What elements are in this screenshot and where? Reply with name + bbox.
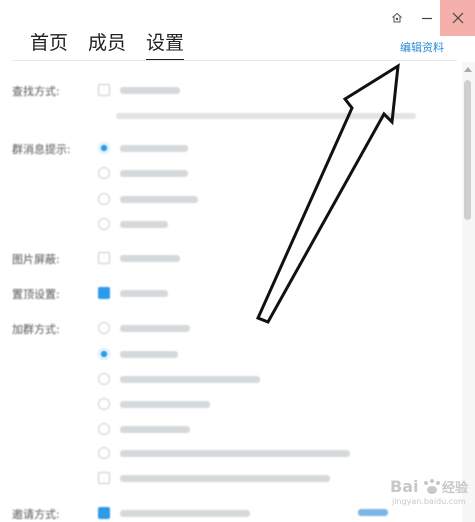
- join-radio-3[interactable]: [98, 373, 110, 385]
- image-block-label: 图片屏蔽:: [12, 253, 60, 266]
- join-radio-4[interactable]: [98, 398, 110, 410]
- pin-option[interactable]: [98, 287, 168, 299]
- invite-method-label: 邀请方式:: [12, 508, 60, 521]
- skin-icon: [391, 12, 403, 23]
- join-option-5[interactable]: [98, 423, 190, 435]
- skin-button[interactable]: [384, 0, 410, 36]
- notify-radio-4[interactable]: [98, 218, 110, 230]
- join-radio-2[interactable]: [98, 348, 110, 360]
- join-option-1[interactable]: [98, 322, 190, 334]
- search-checkbox[interactable]: [98, 84, 110, 96]
- settings-panel: 查找方式: 群消息提示: 图片屏蔽: 置顶设置: 加群方式: 邀请方式:: [0, 62, 462, 522]
- learn-more-link[interactable]: [358, 509, 388, 516]
- tab-bar: 首页 成员 设置: [30, 28, 185, 61]
- join-method-label: 加群方式:: [12, 323, 60, 336]
- search-option[interactable]: [98, 84, 180, 96]
- join-radio-5[interactable]: [98, 423, 110, 435]
- edit-profile-link[interactable]: 编辑资料: [400, 39, 444, 55]
- join-option-4[interactable]: [98, 398, 210, 410]
- notify-option-2[interactable]: [98, 167, 188, 179]
- scrollbar-thumb[interactable]: [464, 80, 471, 220]
- tab-settings[interactable]: 设置: [146, 28, 185, 61]
- close-button[interactable]: [440, 0, 475, 36]
- notify-radio-1[interactable]: [98, 142, 110, 154]
- tab-home[interactable]: 首页: [30, 28, 68, 60]
- join-option-3[interactable]: [98, 373, 260, 385]
- search-method-label: 查找方式:: [12, 85, 60, 98]
- join-radio-1[interactable]: [98, 322, 110, 334]
- tab-members[interactable]: 成员: [88, 28, 126, 60]
- image-block-option[interactable]: [98, 252, 180, 264]
- pin-label: 置顶设置:: [12, 288, 60, 301]
- scroll-up-icon[interactable]: [464, 66, 472, 72]
- svg-text:Bai: Bai: [390, 477, 418, 496]
- close-icon: [452, 12, 463, 24]
- minimize-icon: [422, 17, 432, 20]
- join-radio-6[interactable]: [98, 447, 110, 459]
- header-divider: [12, 60, 457, 61]
- join-option-2[interactable]: [98, 348, 178, 360]
- notify-option-3[interactable]: [98, 193, 198, 205]
- search-hint: [116, 113, 416, 119]
- svg-text:jingyan.baidu.com: jingyan.baidu.com: [391, 497, 466, 506]
- join-verify-checkbox[interactable]: [98, 472, 110, 484]
- watermark-logo: Bai 经验 jingyan.baidu.com: [390, 470, 470, 514]
- invite-checkbox[interactable]: [98, 507, 110, 519]
- notify-radio-3[interactable]: [98, 193, 110, 205]
- notify-option-4[interactable]: [98, 218, 168, 230]
- join-verify-option[interactable]: [98, 472, 330, 484]
- notify-option-1[interactable]: [98, 142, 188, 154]
- image-block-checkbox[interactable]: [98, 252, 110, 264]
- minimize-button[interactable]: [414, 0, 440, 36]
- notify-label: 群消息提示:: [12, 143, 71, 156]
- notify-radio-2[interactable]: [98, 167, 110, 179]
- svg-text:经验: 经验: [442, 480, 469, 496]
- invite-option[interactable]: [98, 507, 250, 519]
- join-option-6[interactable]: [98, 447, 350, 459]
- pin-checkbox[interactable]: [98, 287, 110, 299]
